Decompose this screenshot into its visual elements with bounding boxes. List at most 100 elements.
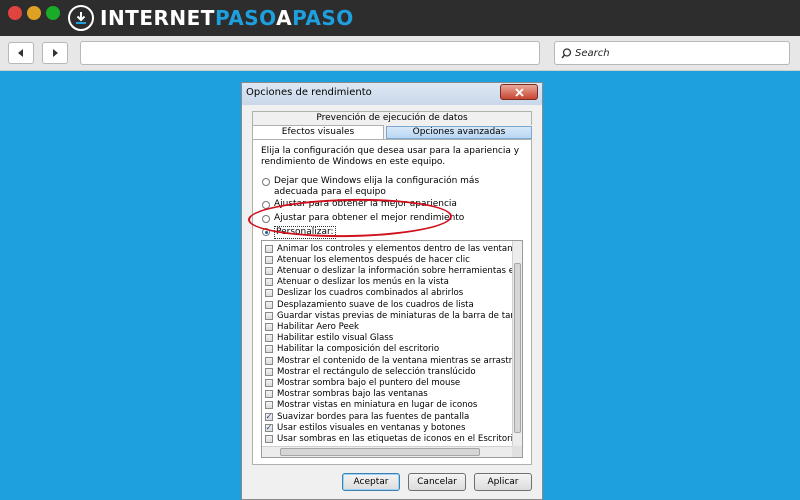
checkbox[interactable] <box>265 401 273 410</box>
effect-list-item[interactable]: ✓ Suavizar bordes para las fuentes de pan… <box>265 411 469 422</box>
effect-list-item[interactable]: Mostrar el rectángulo de selección trans… <box>265 366 476 377</box>
checkbox[interactable] <box>265 255 273 264</box>
effect-list-item[interactable]: Desplazamiento suave de los cuadros de l… <box>265 299 474 310</box>
dialog-title: Opciones de rendimiento <box>246 87 372 98</box>
effect-label: Usar sombras en las etiquetas de iconos … <box>277 433 519 444</box>
address-bar[interactable] <box>80 41 540 65</box>
radio-option-best-appearance[interactable]: Ajustar para obtener la mejor apariencia <box>262 199 524 210</box>
effect-list-item[interactable]: Habilitar estilo visual Glass <box>265 333 393 344</box>
effect-label: Habilitar Aero Peek <box>277 321 360 332</box>
browser-navbar: Search <box>0 36 800 71</box>
accept-button[interactable]: Aceptar <box>342 473 400 491</box>
radio-button-selected[interactable] <box>262 228 270 236</box>
dialog-titlebar: Opciones de rendimiento <box>242 83 542 105</box>
effect-label: Mostrar el contenido de la ventana mient… <box>277 355 518 366</box>
effect-list-item[interactable]: Animar los controles y elementos dentro … <box>265 243 522 254</box>
effect-label: Habilitar estilo visual Glass <box>277 333 394 344</box>
checkbox[interactable] <box>265 345 273 354</box>
effect-label: Deslizar los cuadros combinados al abrir… <box>277 288 464 299</box>
checkbox[interactable] <box>265 289 273 298</box>
effect-label: Animar los controles y elementos dentro … <box>277 243 523 254</box>
radio-option-custom[interactable]: Personalizar: <box>262 226 336 239</box>
effect-list-item[interactable]: Atenuar o deslizar la información sobre … <box>265 265 522 276</box>
effect-list-item[interactable]: Mostrar el contenido de la ventana mient… <box>265 355 518 366</box>
radio-label: Dejar que Windows elija la configuración… <box>274 176 480 197</box>
arrow-right-icon <box>53 49 58 57</box>
browser-titlebar: INTERNETPASOAPASO <box>0 0 800 36</box>
checkbox[interactable] <box>265 390 273 399</box>
checkbox[interactable] <box>265 334 273 343</box>
site-logo: INTERNETPASOAPASO <box>68 3 354 33</box>
effect-list-item[interactable]: Mostrar sombras bajo las ventanas <box>265 389 428 400</box>
vertical-scrollbar[interactable] <box>512 241 522 447</box>
logo-icon <box>68 5 94 31</box>
radio-button[interactable] <box>262 215 270 223</box>
performance-options-dialog: Opciones de rendimiento Prevención de ej… <box>241 82 543 500</box>
tab-visual-effects[interactable]: Efectos visuales <box>252 125 384 139</box>
tab-advanced[interactable]: Opciones avanzadas <box>386 126 532 139</box>
radio-label: Ajustar para obtener el mejor rendimient… <box>274 213 465 223</box>
effect-label: Desplazamiento suave de los cuadros de l… <box>277 299 474 310</box>
horizontal-scroll-thumb[interactable] <box>280 448 480 456</box>
effect-label: Mostrar el rectángulo de selección trans… <box>277 366 476 377</box>
checkbox[interactable] <box>265 278 273 287</box>
search-input[interactable]: Search <box>554 41 790 65</box>
effect-label: Guardar vistas previas de miniaturas de … <box>277 310 523 321</box>
back-button[interactable] <box>8 42 34 64</box>
visual-effects-panel: Elija la configuración que desea usar pa… <box>252 139 532 465</box>
checkbox-checked[interactable]: ✓ <box>265 423 273 432</box>
effect-list-item[interactable]: ✓ Usar estilos visuales en ventanas y bot… <box>265 422 465 433</box>
effect-list-item[interactable]: Mostrar vistas en miniatura en lugar de … <box>265 400 477 411</box>
radio-label: Personalizar: <box>274 226 336 239</box>
cancel-button[interactable]: Cancelar <box>408 473 466 491</box>
vertical-scroll-thumb[interactable] <box>514 263 521 433</box>
radio-option-best-performance[interactable]: Ajustar para obtener el mejor rendimient… <box>262 213 524 224</box>
horizontal-scrollbar[interactable] <box>262 446 512 457</box>
radio-button[interactable] <box>262 178 270 186</box>
radio-button[interactable] <box>262 201 270 209</box>
apply-button[interactable]: Aplicar <box>474 473 532 491</box>
tab-data-execution[interactable]: Prevención de ejecución de datos <box>252 111 532 125</box>
checkbox[interactable] <box>265 244 273 253</box>
effect-label: Suavizar bordes para las fuentes de pant… <box>277 411 470 422</box>
checkbox[interactable] <box>265 322 273 331</box>
visual-effects-list[interactable]: Animar los controles y elementos dentro … <box>261 240 523 458</box>
checkbox[interactable] <box>265 434 273 443</box>
checkbox[interactable] <box>265 378 273 387</box>
forward-button[interactable] <box>42 42 68 64</box>
effect-label: Mostrar sombras bajo las ventanas <box>277 389 428 400</box>
checkbox[interactable] <box>265 300 273 309</box>
checkbox[interactable] <box>265 367 273 376</box>
checkbox[interactable] <box>265 356 273 365</box>
effect-list-item[interactable]: Usar sombras en las etiquetas de iconos … <box>265 433 518 444</box>
checkbox[interactable] <box>265 266 273 275</box>
checkbox[interactable] <box>265 311 273 320</box>
effect-label: Atenuar o deslizar los menús en la vista <box>277 277 449 288</box>
effect-list-item[interactable]: Atenuar o deslizar los menús en la vista <box>265 277 449 288</box>
dialog-close-button[interactable] <box>500 84 538 100</box>
effect-label: Mostrar sombra bajo el puntero del mouse <box>277 377 461 388</box>
effect-label: Mostrar vistas en miniatura en lugar de … <box>277 400 478 411</box>
logo-text: INTERNETPASOAPASO <box>100 6 354 30</box>
effect-list-item[interactable]: Mostrar sombra bajo el puntero del mouse <box>265 377 460 388</box>
radio-option-let-windows[interactable]: Dejar que Windows elija la configuración… <box>262 176 524 198</box>
effect-list-item[interactable]: Atenuar los elementos después de hacer c… <box>265 254 470 265</box>
effect-list-item[interactable]: Habilitar la composición del escritorio <box>265 344 439 355</box>
checkbox-checked[interactable]: ✓ <box>265 412 273 421</box>
effect-list-item[interactable]: Habilitar Aero Peek <box>265 321 359 332</box>
effect-list-item[interactable]: Deslizar los cuadros combinados al abrir… <box>265 288 463 299</box>
effect-label: Usar estilos visuales en ventanas y boto… <box>277 422 466 433</box>
effect-label: Atenuar los elementos después de hacer c… <box>277 254 470 265</box>
effect-label: Atenuar o deslizar la información sobre … <box>277 265 522 276</box>
effect-label: Habilitar la composición del escritorio <box>277 344 440 355</box>
radio-label: Ajustar para obtener la mejor apariencia <box>274 199 457 209</box>
close-icon <box>514 87 524 97</box>
search-icon <box>561 47 572 58</box>
scrollbar-corner <box>512 446 522 457</box>
panel-description: Elija la configuración que desea usar pa… <box>261 146 520 167</box>
effect-list-item[interactable]: Guardar vistas previas de miniaturas de … <box>265 310 523 321</box>
search-placeholder: Search <box>575 47 610 59</box>
maximize-window-button[interactable] <box>46 6 60 20</box>
close-window-button[interactable] <box>8 6 22 20</box>
minimize-window-button[interactable] <box>27 6 41 20</box>
